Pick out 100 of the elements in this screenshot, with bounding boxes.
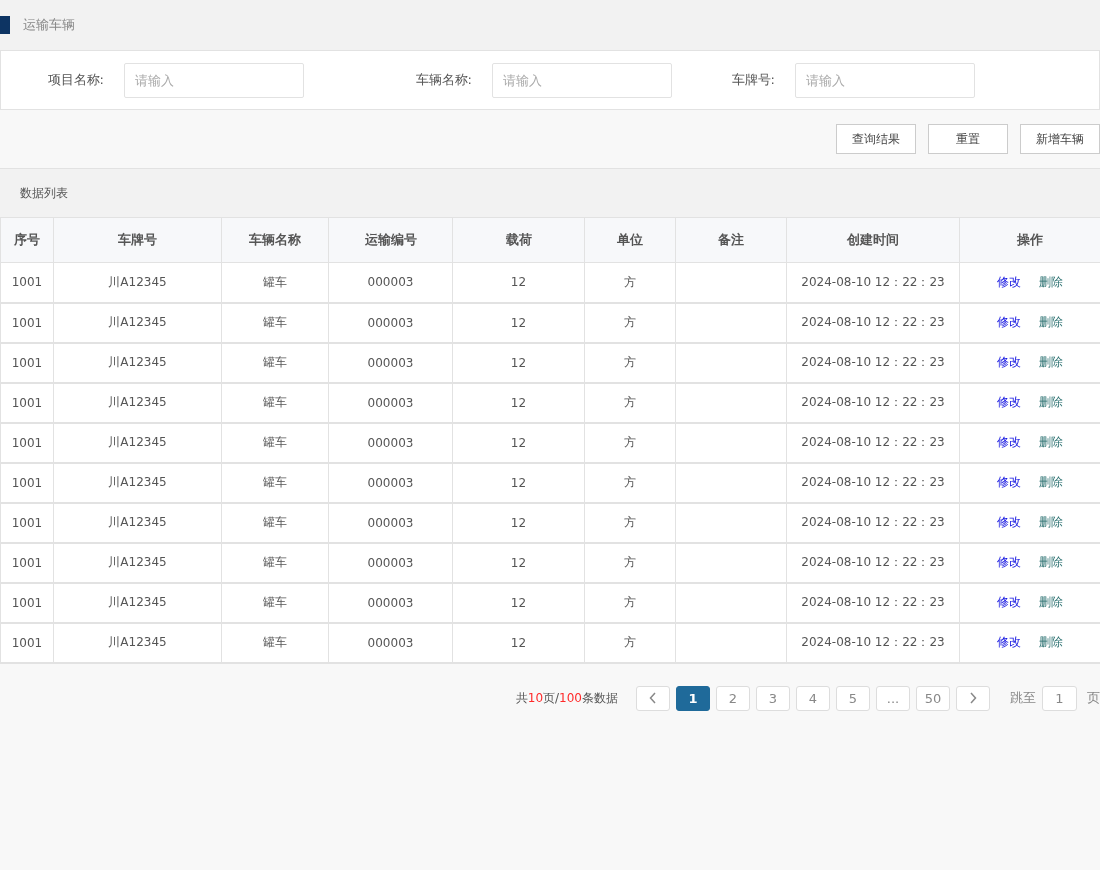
table-cell: 000003: [328, 622, 453, 663]
table-cell: 罐车: [221, 262, 329, 303]
page-button[interactable]: 2: [716, 685, 750, 711]
table-cell: 12: [452, 622, 585, 663]
table-cell: 川A12345: [53, 302, 222, 343]
table-cell: 罐车: [221, 542, 329, 583]
delete-link[interactable]: 删除: [1039, 595, 1063, 609]
delete-link[interactable]: 删除: [1039, 635, 1063, 649]
filter-label: 车辆名称:: [414, 71, 473, 89]
table-cell: 罐车: [221, 302, 329, 343]
table-cell: 2024-08-10 12：22：23: [786, 422, 960, 463]
table-cell: 罐车: [221, 502, 329, 543]
column-header: 运输编号: [328, 217, 453, 263]
page-button[interactable]: ...: [876, 685, 910, 711]
table-cell: 2024-08-10 12：22：23: [786, 342, 960, 383]
table-cell: 12: [452, 302, 585, 343]
prev-page-button[interactable]: [636, 685, 670, 711]
page-input[interactable]: 1: [1042, 685, 1077, 711]
action-button[interactable]: 查询结果: [836, 124, 916, 154]
table-cell: 000003: [328, 262, 453, 303]
column-header: 序号: [0, 217, 54, 263]
table-cell: 1001: [0, 582, 54, 623]
table-cell: 1001: [0, 422, 54, 463]
page-button[interactable]: 50: [916, 685, 950, 711]
edit-link[interactable]: 修改: [997, 475, 1021, 489]
table-cell: 川A12345: [53, 262, 222, 303]
table-cell: 1001: [0, 382, 54, 423]
table-cell: 000003: [328, 382, 453, 423]
delete-link[interactable]: 删除: [1039, 395, 1063, 409]
delete-link[interactable]: 删除: [1039, 555, 1063, 569]
page-suffix: 页: [1087, 689, 1100, 707]
page-title: 运输车辆: [23, 16, 75, 34]
table-cell: 方: [584, 382, 676, 423]
table-cell: 方: [584, 302, 676, 343]
chevron-left-icon: [649, 692, 657, 704]
table-cell: 川A12345: [53, 462, 222, 503]
action-button[interactable]: 重置: [928, 124, 1008, 154]
edit-link[interactable]: 修改: [997, 315, 1021, 329]
column-header: 操作: [959, 217, 1100, 263]
input-field[interactable]: 请输入: [795, 62, 975, 98]
column-header: 单位: [584, 217, 676, 263]
edit-link[interactable]: 修改: [997, 595, 1021, 609]
table-cell: 000003: [328, 302, 453, 343]
column-header: 备注: [675, 217, 787, 263]
table-cell: 2024-08-10 12：22：23: [786, 502, 960, 543]
list-title: 数据列表: [20, 184, 68, 202]
input-field[interactable]: 请输入: [124, 62, 304, 98]
table-cell: 1001: [0, 542, 54, 583]
page-button[interactable]: 3: [756, 685, 790, 711]
table-cell: 12: [452, 462, 585, 503]
table-cell: 2024-08-10 12：22：23: [786, 582, 960, 623]
next-page-button[interactable]: [956, 685, 990, 711]
table-cell: 方: [584, 542, 676, 583]
page-button[interactable]: 5: [836, 685, 870, 711]
table-cell: 罐车: [221, 342, 329, 383]
edit-link[interactable]: 修改: [997, 435, 1021, 449]
table-cell: 川A12345: [53, 422, 222, 463]
pagination-summary: 共10页/100条数据: [515, 689, 618, 707]
edit-link[interactable]: 修改: [997, 355, 1021, 369]
table-cell: 方: [584, 622, 676, 663]
table-cell: 方: [584, 582, 676, 623]
table-cell: 12: [452, 422, 585, 463]
table-cell: 2024-08-10 12：22：23: [786, 302, 960, 343]
table-cell: 川A12345: [53, 542, 222, 583]
table-cell: 方: [584, 462, 676, 503]
column-header: 车辆名称: [221, 217, 329, 263]
filter-label: 项目名称:: [46, 71, 105, 89]
table-cell: 1001: [0, 622, 54, 663]
column-header: 创建时间: [786, 217, 960, 263]
delete-link[interactable]: 删除: [1039, 435, 1063, 449]
delete-link[interactable]: 删除: [1039, 475, 1063, 489]
page-button[interactable]: 1: [676, 685, 710, 711]
delete-link[interactable]: 删除: [1039, 355, 1063, 369]
edit-link[interactable]: 修改: [997, 395, 1021, 409]
edit-link[interactable]: 修改: [997, 274, 1021, 289]
edit-link[interactable]: 修改: [997, 515, 1021, 529]
table-cell: 1001: [0, 262, 54, 303]
table-cell: 罐车: [221, 462, 329, 503]
page-button[interactable]: 4: [796, 685, 830, 711]
delete-link[interactable]: 删除: [1039, 274, 1063, 289]
table-cell: 12: [452, 582, 585, 623]
delete-link[interactable]: 删除: [1039, 315, 1063, 329]
table-cell: 方: [584, 342, 676, 383]
table-cell: 12: [452, 342, 585, 383]
edit-link[interactable]: 修改: [997, 555, 1021, 569]
table-cell: 12: [452, 542, 585, 583]
table-cell: 川A12345: [53, 622, 222, 663]
filter-label: 车牌号:: [730, 71, 776, 89]
table-cell: 1001: [0, 342, 54, 383]
input-field[interactable]: 请输入: [492, 62, 672, 98]
table-cell: 000003: [328, 542, 453, 583]
table-cell: 000003: [328, 342, 453, 383]
action-button[interactable]: 新增车辆: [1020, 124, 1100, 154]
table-cell: 2024-08-10 12：22：23: [786, 622, 960, 663]
table-cell: 川A12345: [53, 582, 222, 623]
edit-link[interactable]: 修改: [997, 635, 1021, 649]
table-cell: 罐车: [221, 582, 329, 623]
table-cell: 方: [584, 262, 676, 303]
table-cell: 方: [584, 422, 676, 463]
delete-link[interactable]: 删除: [1039, 515, 1063, 529]
